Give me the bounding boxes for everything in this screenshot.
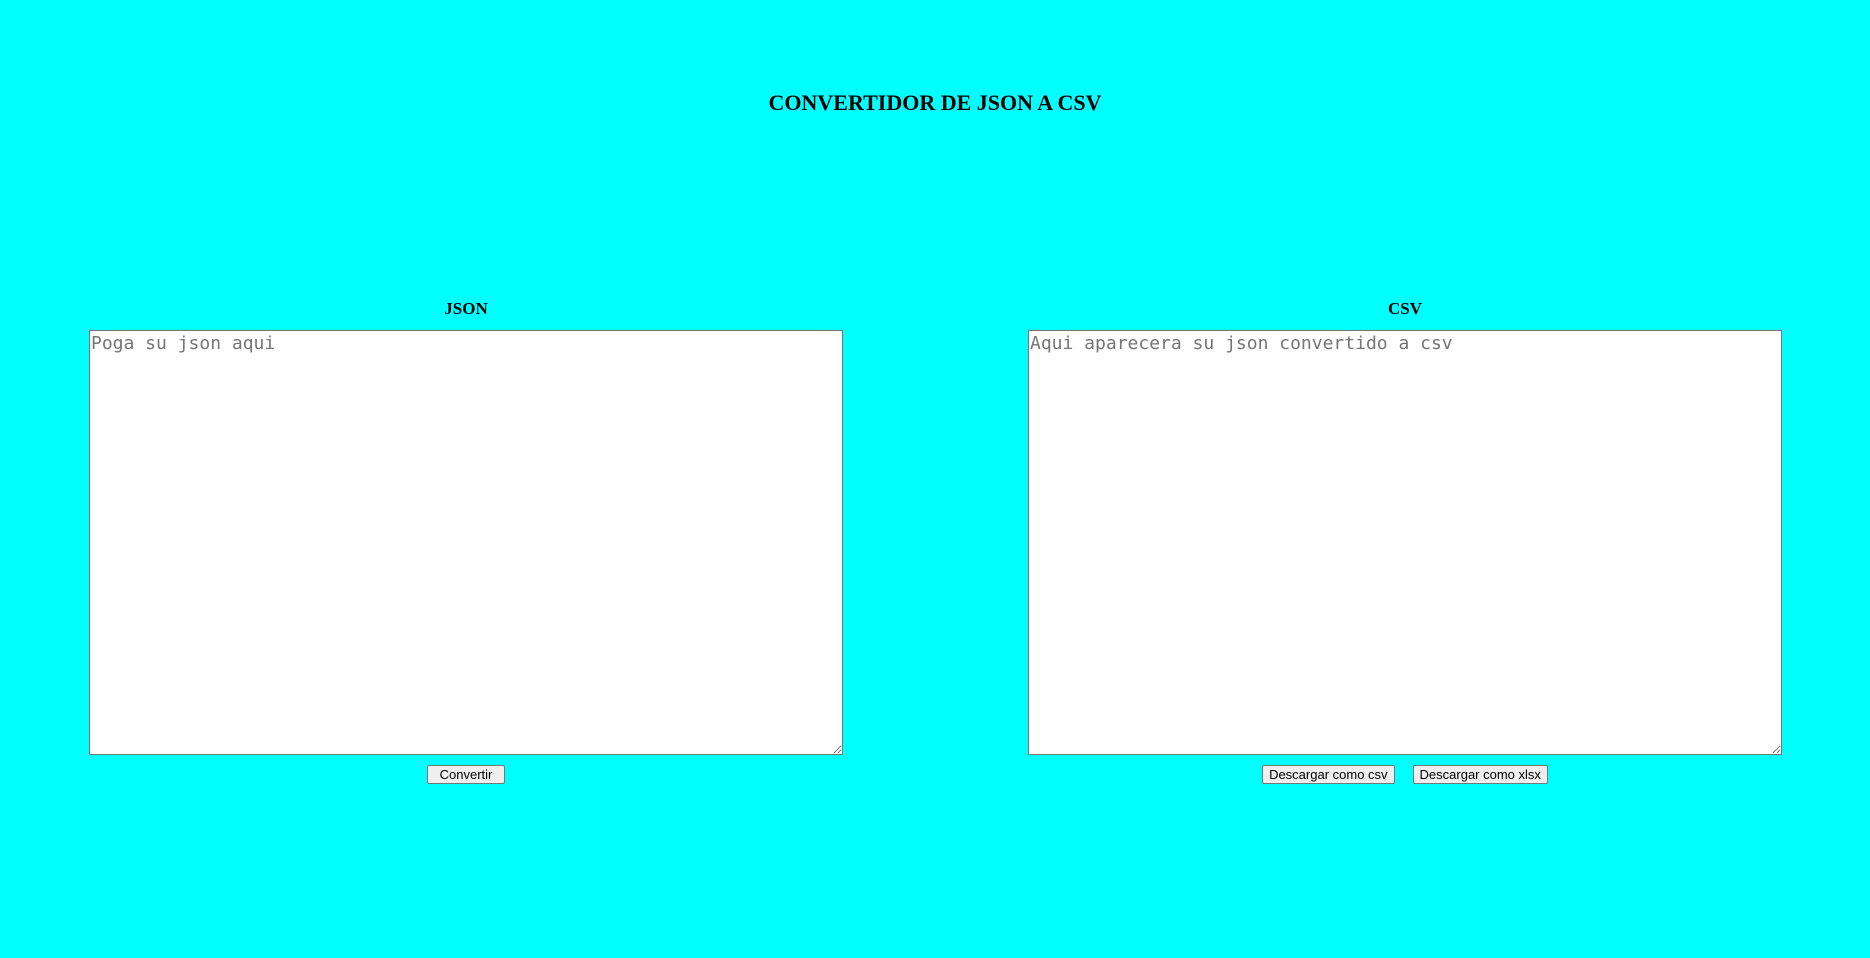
csv-heading: CSV [1387,299,1422,318]
json-panel: JSON Convertir [89,298,843,785]
convert-button[interactable]: Convertir [426,765,506,784]
json-input[interactable] [89,330,843,755]
download-xlsx-button[interactable]: Descargar como xlsx [1412,765,1548,784]
csv-output[interactable] [1028,330,1782,755]
json-actions: Convertir [89,765,843,785]
json-heading: JSON [444,299,488,318]
csv-panel: CSV Descargar como csv Descargar como xls… [1028,298,1782,785]
page-title: CONVERTIDOR DE JSON A CSV [768,90,1102,115]
csv-actions: Descargar como csv Descargar como xlsx [1028,765,1782,785]
download-csv-button[interactable]: Descargar como csv [1262,765,1395,784]
